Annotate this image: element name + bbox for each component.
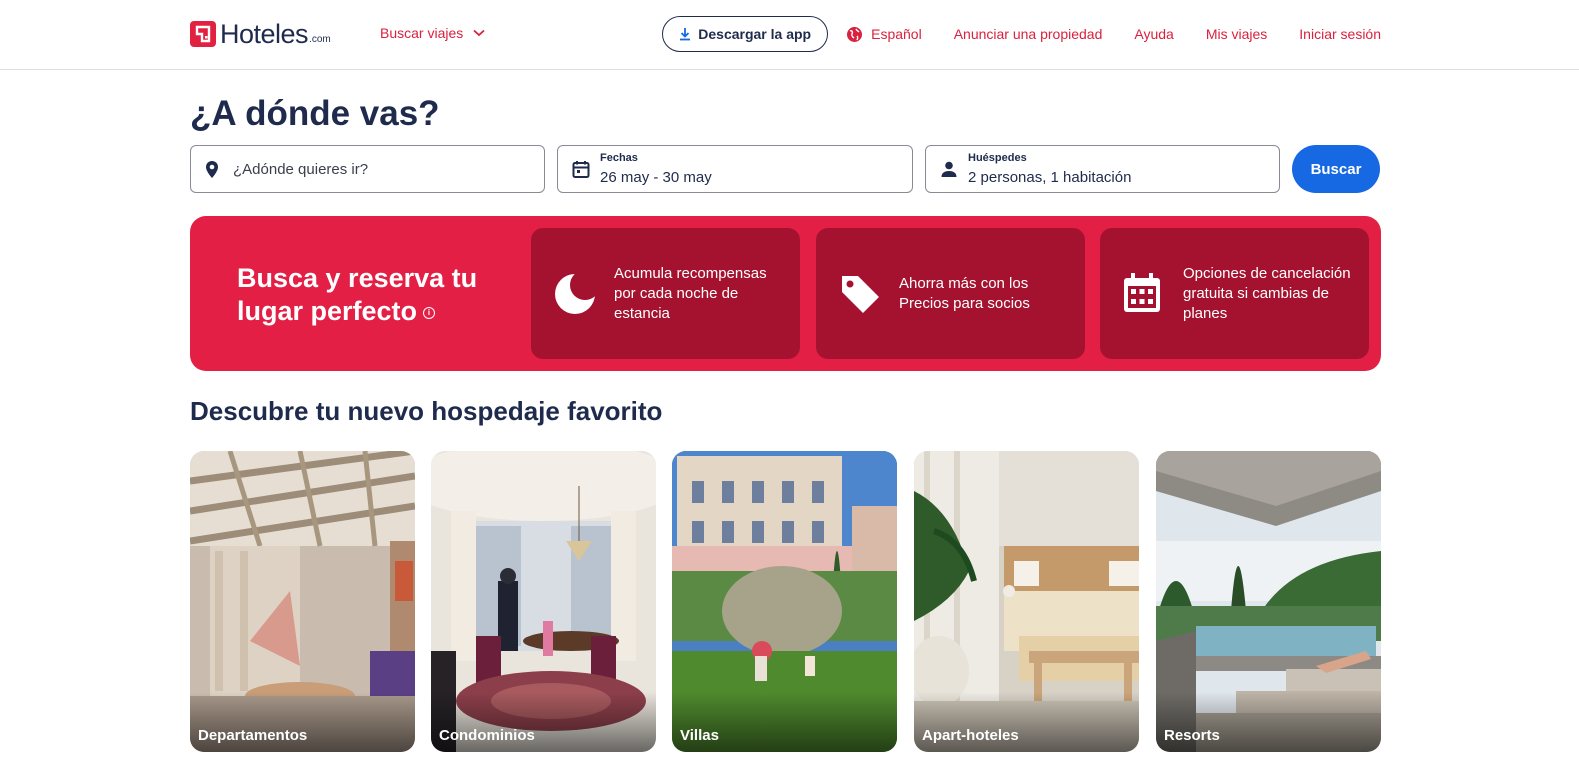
destination-field[interactable]: ¿Adónde quieres ir? [190, 145, 545, 193]
trip-menu-label: Buscar viajes [380, 25, 464, 41]
search-button[interactable]: Buscar [1292, 145, 1380, 193]
tag-icon [842, 276, 879, 313]
dates-value: 26 may - 30 may [600, 169, 712, 186]
help-link[interactable]: Ayuda [1134, 26, 1173, 42]
calendar-icon [572, 161, 590, 178]
page-title: ¿A dónde vas? [190, 94, 440, 133]
guests-value: 2 personas, 1 habitación [968, 169, 1132, 186]
calendar-icon [1124, 273, 1160, 312]
info-icon[interactable]: i [423, 306, 436, 319]
chevron-down-icon [473, 29, 485, 37]
location-pin-icon [206, 161, 218, 178]
property-type-card-resorts[interactable]: Resorts [1156, 451, 1381, 752]
benefit-member-prices: Ahorra más con los Precios para socios [816, 228, 1085, 359]
logo-mark-icon [190, 21, 216, 47]
banner-title: Busca y reserva tu lugar perfecto i [237, 262, 507, 328]
guests-field[interactable]: Huéspedes 2 personas, 1 habitación [925, 145, 1280, 193]
benefit-free-cancellation: Opciones de cancelación gratuita si camb… [1100, 228, 1369, 359]
header-actions: Descargar la app Español Anunciar una pr… [662, 16, 1381, 52]
benefit-rewards-text: Acumula recompensas por cada noche de es… [614, 264, 767, 322]
property-type-card-apart-hoteles[interactable]: Apart-hoteles [914, 451, 1139, 752]
logo-suffix: .com [309, 33, 331, 45]
globe-icon [847, 26, 863, 42]
download-app-label: Descargar la app [698, 26, 812, 42]
destination-placeholder: ¿Adónde quieres ir? [233, 161, 369, 178]
property-type-card-villas[interactable]: Villas [672, 451, 897, 752]
dates-label: Fechas [600, 152, 638, 164]
download-icon [680, 27, 691, 40]
discover-title: Descubre tu nuevo hospedaje favorito [190, 396, 663, 426]
property-type-card-condominios[interactable]: Condominios [431, 451, 656, 752]
benefit-rewards: Acumula recompensas por cada noche de es… [531, 228, 800, 359]
rewards-banner: Busca y reserva tu lugar perfecto i Acumu… [190, 216, 1381, 371]
card-label: Departamentos [198, 727, 308, 744]
top-navigation: Hoteles .com Buscar viajes Descargar la … [0, 0, 1579, 70]
download-app-button[interactable]: Descargar la app [662, 16, 829, 52]
sign-in-link[interactable]: Iniciar sesión [1299, 26, 1381, 42]
dates-field[interactable]: Fechas 26 may - 30 may [557, 145, 913, 193]
my-trips-link[interactable]: Mis viajes [1206, 26, 1267, 42]
card-label: Resorts [1164, 727, 1220, 744]
banner-title-text: Busca y reserva tu lugar perfecto [237, 263, 478, 326]
guests-label: Huéspedes [968, 152, 1027, 164]
moon-icon [555, 272, 597, 314]
card-label: Condominios [439, 727, 535, 744]
card-label: Villas [680, 727, 719, 744]
benefit-free-cancellation-text: Opciones de cancelación gratuita si camb… [1183, 264, 1351, 322]
language-label: Español [871, 26, 922, 42]
property-type-card-departamentos[interactable]: Departamentos [190, 451, 415, 752]
trip-menu-dropdown[interactable]: Buscar viajes [380, 25, 485, 41]
hoteles-logo[interactable]: Hoteles .com [190, 18, 331, 49]
language-selector[interactable]: Español [846, 26, 922, 43]
card-label: Apart-hoteles [922, 727, 1019, 744]
benefit-member-prices-text: Ahorra más con los Precios para socios [899, 274, 1030, 312]
logo-text: Hoteles [220, 18, 309, 49]
list-property-link[interactable]: Anunciar una propiedad [954, 26, 1103, 42]
person-icon [941, 161, 957, 177]
